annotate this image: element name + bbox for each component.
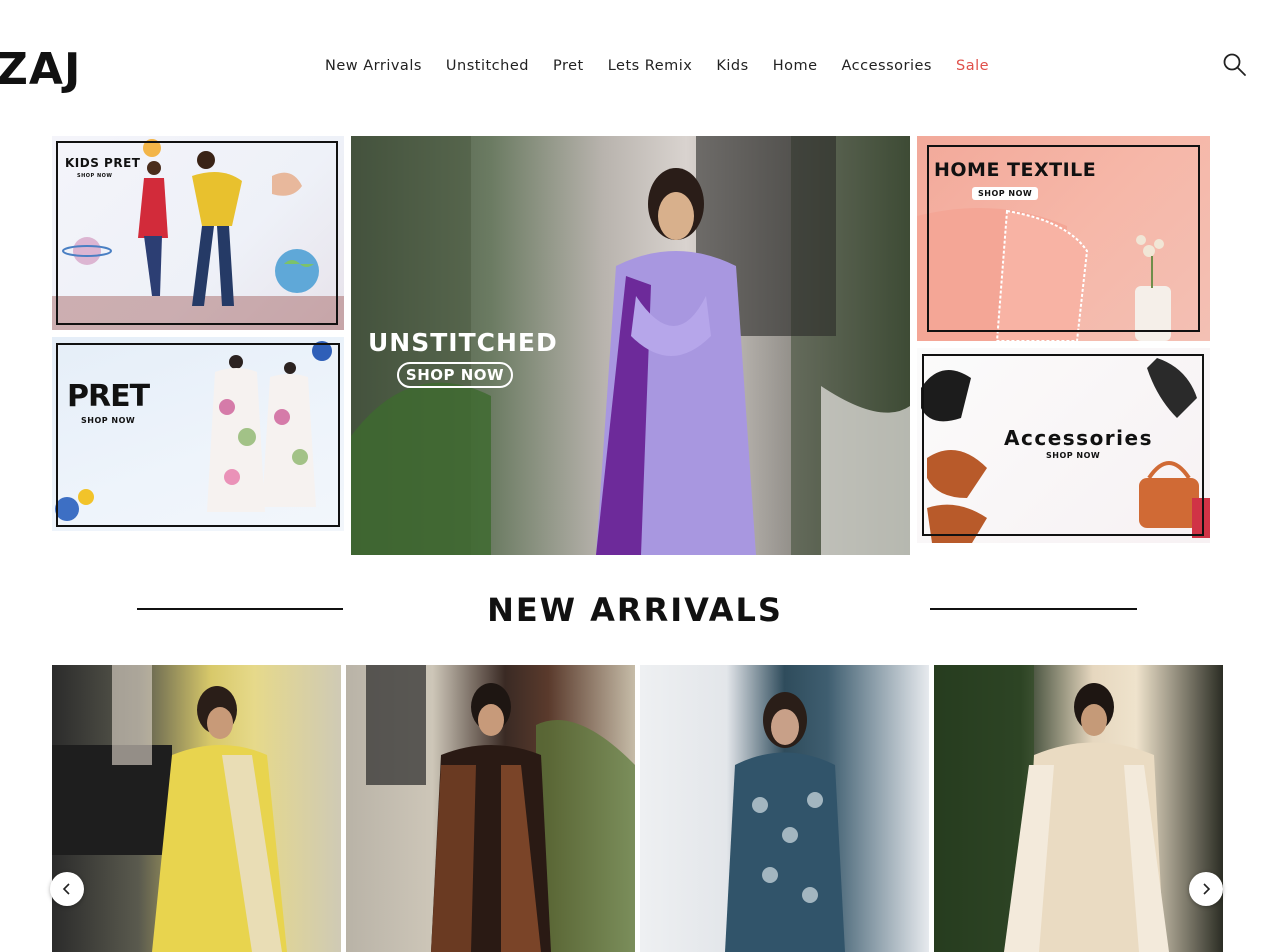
product-photo [725,692,845,952]
new-arrivals-title: NEW ARRIVALS [487,591,783,629]
nav-kids[interactable]: Kids [704,58,760,74]
nav-sale[interactable]: Sale [944,58,1001,74]
brand-logo[interactable]: ZAJ [0,48,81,92]
nav-new-arrivals[interactable]: New Arrivals [313,58,434,74]
banner-accessories[interactable]: Accessories SHOP NOW [917,348,1210,543]
banner-pret[interactable]: PRET SHOP NOW [52,337,344,531]
carousel-prev-button[interactable] [50,872,84,906]
pret-frame [56,343,340,527]
hero-title: UNSTITCHED [368,328,558,357]
site-header: ZAJ New Arrivals Unstitched Pret Lets Re… [0,0,1270,136]
pret-cta[interactable]: SHOP NOW [81,416,135,425]
nav-unstitched[interactable]: Unstitched [434,58,541,74]
chevron-left-icon [62,883,70,895]
main-nav: New Arrivals Unstitched Pret Lets Remix … [313,58,1001,74]
home-textile-title: HOME TEXTILE [934,159,1097,181]
banner-kids-pret[interactable]: KIDS PRET SHOP NOW [52,136,344,330]
home-textile-cta[interactable]: SHOP NOW [972,187,1039,200]
product-card[interactable] [640,665,929,952]
section-divider-right [930,608,1137,610]
pret-title: PRET [67,379,150,414]
nav-pret[interactable]: Pret [541,58,596,74]
hero-shop-now-button[interactable]: SHOP NOW [397,362,513,388]
kids-pret-title: KIDS PRET [65,156,141,170]
kids-pret-cta[interactable]: SHOP NOW [77,173,112,179]
carousel-next-button[interactable] [1189,872,1223,906]
accessories-title: Accessories [1004,426,1153,450]
product-card[interactable] [52,665,341,952]
product-card[interactable] [934,665,1223,952]
nav-lets-remix[interactable]: Lets Remix [596,58,705,74]
product-photo [366,665,635,952]
banner-unstitched-hero[interactable]: UNSTITCHED SHOP NOW [351,136,910,555]
nav-accessories[interactable]: Accessories [830,58,944,74]
accessories-cta[interactable]: SHOP NOW [1046,451,1100,460]
search-icon[interactable] [1222,52,1248,78]
product-card[interactable] [346,665,635,952]
chevron-right-icon [1203,883,1211,895]
nav-home[interactable]: Home [761,58,830,74]
product-photo [52,665,287,952]
product-photo [934,665,1169,952]
banner-home-textile[interactable]: HOME TEXTILE SHOP NOW [917,136,1210,341]
